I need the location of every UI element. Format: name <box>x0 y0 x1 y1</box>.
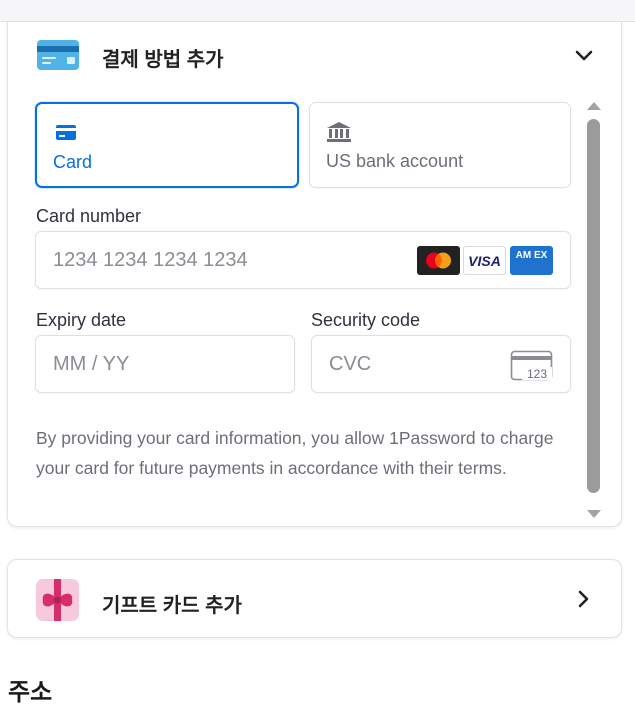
svg-text:123: 123 <box>527 367 547 381</box>
card-consent-text: By providing your card information, you … <box>36 428 554 478</box>
tab-us-bank-account[interactable]: US bank account <box>309 102 571 188</box>
amex-icon: AM EX <box>510 246 553 275</box>
top-strip <box>0 0 635 22</box>
expiry-date-label: Expiry date <box>36 310 127 330</box>
visa-icon: VISA <box>463 246 506 275</box>
cvc-placeholder: CVC <box>329 353 372 375</box>
gift-icon <box>36 579 79 621</box>
expiry-placeholder: MM / YY <box>53 353 130 375</box>
card-number-label: Card number <box>36 206 142 226</box>
scrollbar[interactable] <box>584 102 604 522</box>
tab-card[interactable]: Card <box>35 102 299 188</box>
card-number-placeholder: 1234 1234 1234 1234 <box>53 249 248 271</box>
payment-method-title: 결제 방법 추가 <box>102 49 224 71</box>
gift-card-title: 기프트 카드 추가 <box>102 595 242 617</box>
credit-card-icon <box>37 40 79 70</box>
scroll-thumb[interactable] <box>587 119 600 493</box>
payment-method-panel: 결제 방법 추가 Card US bank account Card numbe… <box>7 22 622 527</box>
cvc-card-icon: 123 <box>510 350 553 381</box>
security-code-label: Security code <box>311 310 421 330</box>
tab-bank-label: US bank account <box>326 151 464 171</box>
tab-card-label: Card <box>53 152 93 172</box>
bank-icon <box>327 122 351 142</box>
address-section-title: 주소 <box>8 679 53 706</box>
security-code-input[interactable]: CVC 123 <box>311 335 571 393</box>
mastercard-icon <box>417 246 460 275</box>
card-number-input[interactable]: 1234 1234 1234 1234 VISA AM EX <box>35 231 571 289</box>
card-icon <box>56 125 76 140</box>
scroll-up-arrow[interactable] <box>587 102 601 110</box>
chevron-down-icon[interactable] <box>573 44 595 66</box>
gift-card-panel[interactable]: 기프트 카드 추가 <box>7 559 622 638</box>
chevron-right-icon[interactable] <box>573 588 593 610</box>
scroll-down-arrow[interactable] <box>587 510 601 518</box>
expiry-date-input[interactable]: MM / YY <box>35 335 295 393</box>
payment-method-header[interactable]: 결제 방법 추가 <box>8 22 621 92</box>
